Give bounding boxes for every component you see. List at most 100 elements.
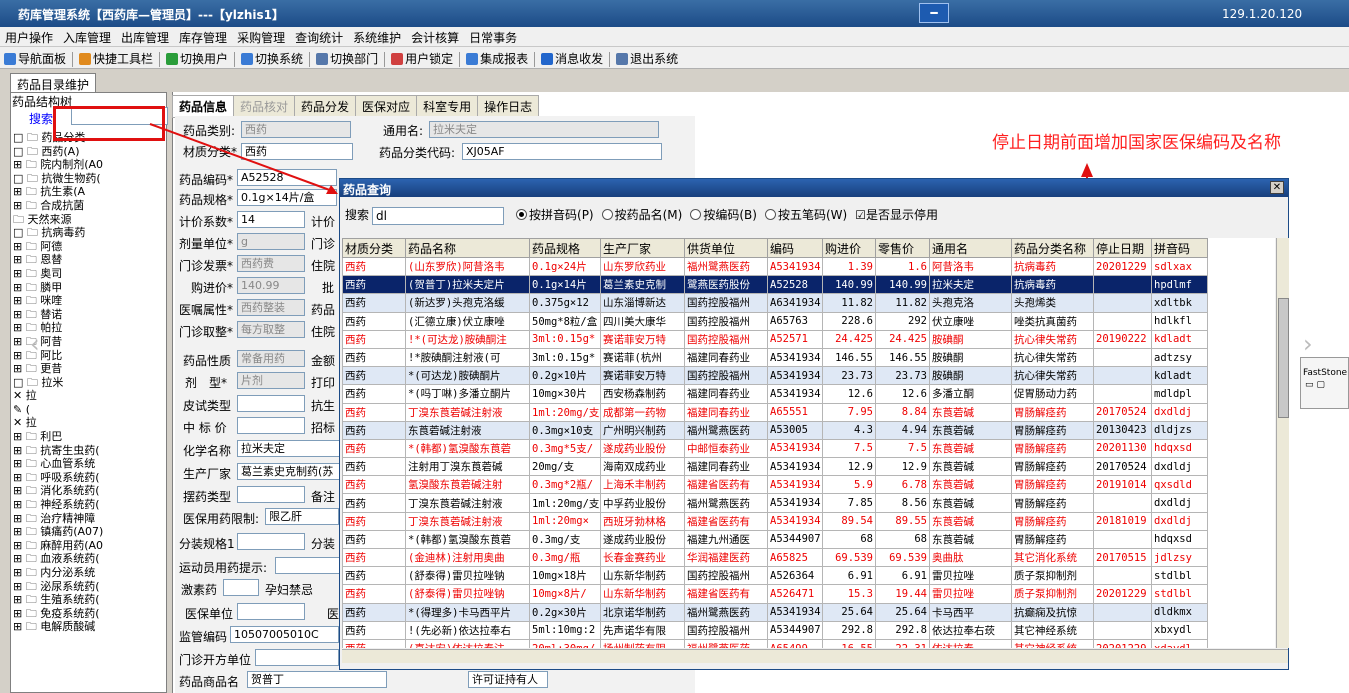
table-row[interactable]: 西药 注射用丁溴东莨菪碱 20mg/支 海南双成药业 福建同春药业 A5341934 12.… — [342, 457, 1208, 477]
table-cell: 长春金赛药业 — [600, 547, 685, 568]
column-header[interactable]: 通用名 — [929, 238, 1012, 258]
dialog-close-button[interactable]: ✕ — [1270, 181, 1284, 194]
table-cell: 12.6 — [875, 384, 930, 404]
column-header[interactable]: 拼音码 — [1151, 238, 1208, 258]
column-header[interactable]: 供货单位 — [684, 238, 768, 258]
table-cell: 3ml:0.15g* — [529, 347, 601, 368]
dialog-title: 药品查询 — [343, 183, 392, 197]
table-row[interactable]: 西药 丁溴东莨菪碱注射液 1ml:20mg/支 中孚药业股份 福州鹭燕医药 A534193… — [342, 493, 1208, 513]
table-cell: 氢溴酸东莨菪碱注射 — [405, 475, 530, 495]
table-cell: A5341934 — [767, 511, 823, 531]
table-cell: dxdldj — [1151, 457, 1208, 477]
table-row[interactable]: 西药 (舒泰得)雷贝拉唑钠 10mg×8片/山东新华制药 福建省医药有 A526471 1… — [342, 584, 1208, 604]
table-cell: 拉米夫定 — [929, 275, 1012, 295]
table-cell: !*胺碘酮注射液(可 — [405, 347, 530, 368]
table-cell: (山东罗欣)阿昔洛韦 — [405, 256, 530, 277]
scroll-thumb[interactable] — [1278, 298, 1289, 418]
table-row[interactable]: 西药 !(先必新)依达拉奉右 5ml:10mg:2 先声诺华有限 国药控股福州 A5344… — [342, 620, 1208, 640]
column-header[interactable]: 药品分类名称 — [1011, 238, 1094, 258]
table-row[interactable]: 西药 *(可达龙)胺碘酮片 0.2g×10片 赛诺菲安万特 国药控股福州 A5341934… — [342, 366, 1208, 386]
search-mode-option-1[interactable]: 按药品名(M) — [601, 208, 682, 222]
table-row[interactable]: 西药 氢溴酸东莨菪碱注射 0.3mg*2瓶/上海禾丰制药 福建省医药有 A5341934… — [342, 475, 1208, 495]
table-cell: 福建省医药有 — [684, 475, 768, 495]
column-header[interactable]: 购进价 — [822, 238, 876, 258]
table-row[interactable]: 西药 东莨菪碱注射液 0.3mg×10支 广州明兴制药 福州鹭燕医药 A53005 4.3 4… — [342, 420, 1208, 440]
table-cell: 0.3mg/支 — [529, 529, 601, 550]
table-cell — [1093, 311, 1152, 331]
table-row[interactable]: 西药 !*(可达龙)胺碘酮注 3ml:0.15g* 赛诺菲安万特 国药控股福州 A5257… — [342, 329, 1208, 349]
dialog-search-row: 搜索 dl 按拼音码(P) 按药品名(M) 按编码(B) 按五笔码(W) ☑是否显示停用 — [345, 206, 938, 225]
table-row[interactable]: 西药 (金迪林)注射用奥曲 0.3mg/瓶 长春金赛药业 华润福建医药 A65825 69.… — [342, 547, 1208, 568]
drug-result-grid[interactable]: 材质分类 药品名称 药品规格 生产厂家 供货单位 编码 购进价 零售价 通用名 药品分类名称 停止日… — [342, 238, 1275, 648]
table-row[interactable]: 西药 (新达罗)头孢克洛缓 0.375g×12 山东淄博新达 国药控股福州 A634193… — [342, 293, 1208, 313]
nav-right-arrow[interactable]: › — [1303, 330, 1313, 358]
table-row[interactable]: 西药 (汇德立康)伏立康唑 50mg*8粒/盒 四川美大康华 国药控股福州 A65763 2… — [342, 311, 1208, 331]
table-cell: 东莨菪碱 — [929, 511, 1012, 531]
table-cell: 3ml:0.15g* — [529, 329, 601, 349]
nav-left-arrow[interactable]: ‹ — [30, 330, 40, 358]
table-row[interactable]: 西药 丁溴东莨菪碱注射液 1ml:20mg/支 成都第一药物 福建同春药业 A65551 7… — [342, 402, 1208, 422]
table-row[interactable]: 西药 *(吗丁啉)多潘立酮片 10mg×30片 西安杨森制药 福建同春药业 A534193… — [342, 384, 1208, 404]
table-cell: 雷贝拉唑 — [929, 566, 1012, 586]
table-cell: 胃肠解痉药 — [1011, 457, 1094, 477]
grid-horizontal-scrollbar[interactable] — [342, 649, 1288, 663]
table-cell: A5341934 — [767, 366, 823, 386]
table-row[interactable]: 西药(喜达安)依达拉奉注20ml:30mg/扬州制药有限福州鹭燕医药A65499… — [342, 638, 1208, 648]
radio-icon — [516, 209, 528, 220]
column-header[interactable]: 药品规格 — [529, 238, 601, 258]
search-mode-option-0[interactable]: 按拼音码(P) — [516, 208, 594, 222]
table-row[interactable]: 西药 (贺普丁)拉米夫定片 0.1g×14片 葛兰素史克制 鹭燕医药股份 A52528 14… — [342, 275, 1208, 295]
table-cell: A5341934 — [767, 457, 823, 477]
column-header[interactable]: 材质分类 — [342, 238, 406, 258]
table-cell: A65763 — [767, 311, 823, 331]
show-disabled-checkbox[interactable]: ☑是否显示停用 — [855, 208, 938, 222]
table-cell: 89.55 — [875, 511, 930, 531]
table-cell: 西药 — [342, 529, 406, 550]
table-cell: 西药 — [342, 402, 406, 422]
table-cell: 国药控股福州 — [684, 329, 768, 349]
column-header[interactable]: 药品名称 — [405, 238, 530, 258]
search-mode-label: 按拼音码(P) — [529, 208, 594, 222]
table-cell: 四川美大康华 — [600, 311, 685, 331]
table-row[interactable]: 西药 *(韩都)氢溴酸东莨菪 0.3mg/支 遂成药业股份 福建九州通医 A5344907… — [342, 529, 1208, 550]
table-row[interactable]: 西药 (舒泰得)雷贝拉唑钠 10mg×18片 山东新华制药 国药控股福州 A526364 6… — [342, 566, 1208, 586]
table-cell: 西药 — [342, 420, 406, 440]
table-cell: 胺碘酮 — [929, 347, 1012, 368]
table-row[interactable]: 西药 丁溴东莨菪碱注射液 1ml:20mg× 西班牙勃林格 福建省医药有 A5341934… — [342, 511, 1208, 531]
table-cell: 292.8 — [875, 620, 930, 640]
table-cell: 西药 — [342, 493, 406, 513]
table-cell: 12.9 — [822, 457, 876, 477]
table-cell: hdqxsd — [1151, 438, 1208, 459]
column-header[interactable]: 零售价 — [875, 238, 930, 258]
table-cell: 国药控股福州 — [684, 566, 768, 586]
table-cell: 0.3mg*2瓶/ — [529, 475, 601, 495]
table-cell: 国药控股福州 — [684, 366, 768, 386]
table-cell: 成都第一药物 — [600, 402, 685, 422]
table-cell — [1093, 602, 1152, 622]
table-cell: 50mg*8粒/盒 — [529, 311, 601, 331]
table-cell: 89.54 — [822, 511, 876, 531]
table-row[interactable]: 西药 !*胺碘酮注射液(可 3ml:0.15g* 赛诺菲(杭州 福建同春药业 A53419… — [342, 347, 1208, 368]
dialog-search-input[interactable]: dl — [372, 206, 505, 225]
table-cell: (舒泰得)雷贝拉唑钠 — [405, 566, 530, 586]
column-header[interactable]: 编码 — [767, 238, 823, 258]
table-cell: (汇德立康)伏立康唑 — [405, 311, 530, 331]
grid-vertical-scrollbar[interactable] — [1276, 238, 1289, 648]
table-cell: 228.6 — [822, 311, 876, 331]
search-mode-option-3[interactable]: 按五笔码(W) — [764, 208, 847, 222]
table-cell: 依达拉奉右莰 — [929, 620, 1012, 640]
column-header[interactable]: 生产厂家 — [600, 238, 685, 258]
column-header[interactable]: 停止日期 — [1093, 238, 1152, 258]
table-row[interactable]: 西药 *(韩都)氢溴酸东莨菪 0.3mg*5支/遂成药业股份 中邮恒泰药业 A53419… — [342, 438, 1208, 459]
table-cell: 6.78 — [875, 475, 930, 495]
table-row[interactable]: 西药 *(得理多)卡马西平片 0.2g×30片 北京诺华制药 福州鹭燕医药 A534193… — [342, 602, 1208, 622]
table-cell: kdladt — [1151, 329, 1208, 349]
faststone-widget[interactable]: FastStone ▭ ▢ — [1300, 357, 1349, 409]
table-cell: 遂成药业股份 — [600, 529, 685, 550]
table-row[interactable]: 西药 (山东罗欣)阿昔洛韦 0.1g×24片 山东罗欣药业 福州鹭燕医药 A5341934… — [342, 256, 1208, 277]
table-cell: 先声诺华有限 — [600, 620, 685, 640]
search-mode-option-2[interactable]: 按编码(B) — [690, 208, 757, 222]
table-cell: hpdlmf — [1151, 275, 1208, 295]
table-cell: 1ml:20mg× — [529, 511, 601, 531]
table-cell: 24.425 — [875, 329, 930, 349]
